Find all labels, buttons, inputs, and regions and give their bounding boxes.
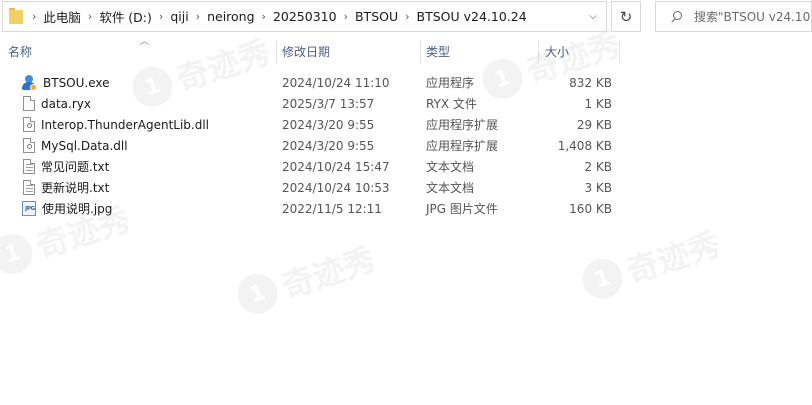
file-size: 3 KB	[584, 180, 612, 195]
file-row[interactable]: 更新说明.txt 2024/10/24 10:53 文本文档 3 KB	[0, 177, 640, 198]
folder-icon	[9, 7, 23, 24]
file-size: 1,408 KB	[557, 138, 612, 153]
chevron-right-icon[interactable]: ›	[341, 10, 351, 23]
column-divider[interactable]	[276, 40, 277, 64]
txt-icon	[23, 180, 35, 195]
breadcrumb-btsou-version[interactable]: BTSOU v24.10.24	[413, 9, 531, 24]
chevron-right-icon[interactable]: ›	[193, 10, 203, 23]
file-name: 常见问题.txt	[41, 160, 110, 174]
file-row[interactable]: 常见问题.txt 2024/10/24 15:47 文本文档 2 KB	[0, 156, 640, 177]
watermark-logo: 1	[577, 253, 628, 304]
file-row[interactable]: MySql.Data.dll 2024/3/20 9:55 应用程序扩展 1,4…	[0, 135, 640, 156]
file-name: 使用说明.jpg	[42, 202, 113, 216]
file-name: BTSOU.exe	[43, 75, 110, 90]
file-type: JPG 图片文件	[426, 202, 498, 216]
column-divider[interactable]	[420, 40, 421, 64]
file-icon	[23, 96, 35, 111]
address-bar[interactable]: › 此电脑 › 软件 (D:) › qiji › neirong › 20250…	[2, 1, 607, 32]
breadcrumb-btsou[interactable]: BTSOU	[351, 9, 402, 24]
file-type: 应用程序扩展	[426, 118, 499, 132]
watermark-text: 奇迹秀	[276, 239, 381, 306]
file-size: 2 KB	[584, 159, 612, 174]
file-name: MySql.Data.dll	[41, 138, 128, 153]
file-row[interactable]: BTSOU.exe 2024/10/24 11:10 应用程序 832 KB	[0, 72, 640, 93]
column-header-row: ︿ 名称 修改日期 类型 大小	[0, 37, 620, 64]
breadcrumb-this-pc[interactable]: 此电脑	[39, 7, 85, 26]
chevron-right-icon[interactable]: ›	[85, 10, 95, 23]
jpg-icon: JPG	[22, 201, 36, 216]
column-divider[interactable]	[619, 40, 620, 64]
search-icon	[670, 10, 684, 24]
chevron-right-icon[interactable]: ›	[156, 10, 166, 23]
address-dropdown-button[interactable]: ⌵	[580, 2, 606, 31]
search-box[interactable]	[655, 1, 812, 32]
address-row: › 此电脑 › 软件 (D:) › qiji › neirong › 20250…	[0, 0, 812, 34]
file-list: BTSOU.exe 2024/10/24 11:10 应用程序 832 KB d…	[0, 72, 640, 219]
breadcrumb-20250310[interactable]: 20250310	[269, 9, 341, 24]
file-type: 文本文档	[426, 181, 475, 195]
file-date: 2024/10/24 10:53	[282, 180, 390, 195]
column-header-type[interactable]: 类型	[426, 38, 534, 64]
watermark-logo: 1	[232, 268, 283, 319]
dll-icon	[23, 138, 35, 153]
file-date: 2024/10/24 11:10	[282, 75, 390, 90]
file-type: RYX 文件	[426, 97, 477, 111]
file-type: 应用程序	[426, 76, 475, 90]
watermark-text: 奇迹秀	[621, 224, 726, 291]
chevron-right-icon[interactable]: ›	[402, 10, 412, 23]
breadcrumb-drive-d[interactable]: 软件 (D:)	[95, 7, 156, 26]
column-divider[interactable]	[538, 40, 539, 64]
breadcrumb-neirong[interactable]: neirong	[203, 9, 258, 24]
file-date: 2025/3/7 13:57	[282, 96, 375, 111]
refresh-button[interactable]: ↻	[611, 1, 641, 32]
watermark-logo: 1	[0, 228, 38, 279]
file-size: 832 KB	[569, 75, 612, 90]
file-row[interactable]: data.ryx 2025/3/7 13:57 RYX 文件 1 KB	[0, 93, 640, 114]
file-row[interactable]: JPG 使用说明.jpg 2022/11/5 12:11 JPG 图片文件 16…	[0, 198, 640, 219]
file-size: 160 KB	[569, 201, 612, 216]
search-input[interactable]	[694, 9, 811, 24]
breadcrumb: › 此电脑 › 软件 (D:) › qiji › neirong › 20250…	[29, 7, 531, 26]
column-header-date[interactable]: 修改日期	[282, 38, 418, 64]
file-date: 2022/11/5 12:11	[282, 201, 382, 216]
file-date: 2024/10/24 15:47	[282, 159, 390, 174]
watermark: 1 奇迹秀	[576, 219, 725, 307]
file-date: 2024/3/20 9:55	[282, 117, 375, 132]
file-type: 应用程序扩展	[426, 139, 499, 153]
file-date: 2024/3/20 9:55	[282, 138, 375, 153]
dll-icon	[23, 117, 35, 132]
watermark: 1 奇迹秀	[231, 234, 380, 322]
txt-icon	[23, 159, 35, 174]
chevron-down-icon: ⌵	[589, 11, 597, 22]
file-size: 29 KB	[576, 117, 612, 132]
chevron-right-icon[interactable]: ›	[259, 10, 269, 23]
file-name: 更新说明.txt	[41, 181, 110, 195]
chevron-right-icon[interactable]: ›	[29, 10, 39, 23]
column-header-name[interactable]: 名称	[8, 38, 274, 64]
file-name: data.ryx	[41, 96, 91, 111]
file-row[interactable]: Interop.ThunderAgentLib.dll 2024/3/20 9:…	[0, 114, 640, 135]
file-size: 1 KB	[584, 96, 612, 111]
refresh-icon: ↻	[619, 7, 633, 26]
file-name: Interop.ThunderAgentLib.dll	[41, 117, 210, 132]
breadcrumb-qiji[interactable]: qiji	[166, 9, 192, 24]
file-type: 文本文档	[426, 160, 475, 174]
exe-icon	[22, 74, 37, 91]
column-header-size[interactable]: 大小	[545, 38, 617, 64]
